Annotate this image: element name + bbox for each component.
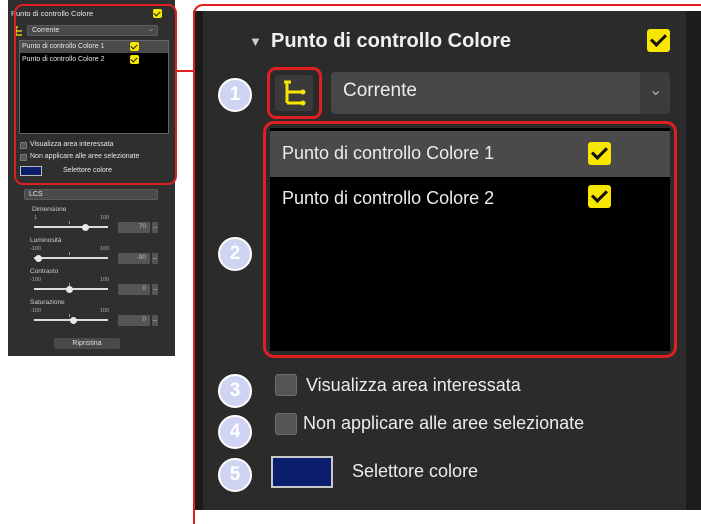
show-area-checkbox[interactable] (275, 374, 297, 396)
callout-badge: 1 (218, 78, 252, 112)
collapse-triangle-icon[interactable]: ▼ (249, 34, 262, 49)
not-apply-label: Non applicare alle aree selezionate (303, 413, 585, 433)
slider-max: 100 (100, 246, 110, 252)
slider-handle[interactable] (35, 255, 42, 262)
slider-center-tick (69, 252, 70, 255)
slider-min: -100 (30, 308, 42, 314)
slider-label: Saturazione (30, 299, 65, 306)
slider-stepper[interactable] (152, 315, 158, 326)
slider-luminosita: Luminosità -100 100 -90 (8, 236, 175, 266)
slider-handle[interactable] (66, 286, 73, 293)
color-swatch[interactable] (271, 456, 333, 488)
mode-select[interactable]: Corrente ⌄ (331, 72, 670, 114)
slider-center-tick (69, 221, 70, 224)
control-point-list[interactable]: Punto di controllo Colore 1 Punto di con… (270, 128, 670, 351)
slider-contrasto: Contrasto -100 100 0 (8, 267, 175, 297)
list-item-label: Punto di controllo Colore 2 (282, 188, 495, 208)
slider-max: 100 (100, 308, 110, 314)
tree-icon[interactable] (275, 75, 313, 111)
slider-label: Luminosità (30, 237, 62, 244)
slider-center-tick (69, 314, 70, 317)
panel-title: Punto di controllo Colore (271, 30, 511, 52)
slider-max: 100 (100, 215, 110, 221)
enable-checkbox[interactable] (647, 29, 670, 52)
small-highlight-frame (14, 4, 177, 185)
slider-max: 100 (100, 277, 110, 283)
mode-select-value: Corrente (343, 80, 417, 101)
callout-badge: 4 (218, 415, 252, 449)
slider-stepper[interactable] (152, 222, 158, 233)
callout-badge: 5 (218, 458, 252, 492)
show-area-label: Visualizza area interessata (306, 375, 521, 395)
chevron-down-icon: ⌄ (649, 82, 663, 99)
slider-value-field[interactable]: -90 (118, 253, 150, 264)
slider-value-field[interactable]: 70 (118, 222, 150, 233)
slider-stepper[interactable] (152, 253, 158, 264)
slider-dimensione: Dimensione 1 100 70 (8, 205, 175, 235)
list-item[interactable]: Punto di controllo Colore 1 (270, 131, 670, 177)
slider-value-field[interactable]: 0 (118, 315, 150, 326)
list-item-checkbox[interactable] (588, 185, 611, 208)
slider-track[interactable] (34, 226, 108, 228)
dropdown-button[interactable]: ⌄ (640, 72, 670, 114)
lcs-select[interactable]: LCS (24, 189, 158, 200)
slider-track[interactable] (34, 257, 108, 259)
color-picker-label: Selettore colore (352, 461, 479, 481)
slider-handle[interactable] (82, 224, 89, 231)
slider-value-field[interactable]: 0 (118, 284, 150, 295)
list-item-label: Punto di controllo Colore 1 (282, 143, 495, 163)
callout-badge: 3 (218, 374, 252, 408)
slider-label: Dimensione (32, 206, 67, 213)
slider-stepper[interactable] (152, 284, 158, 295)
slider-min: -100 (30, 277, 42, 283)
reset-button[interactable]: Ripristina (54, 338, 120, 349)
slider-saturazione: Saturazione -100 100 0 (8, 298, 175, 328)
slider-handle[interactable] (70, 317, 77, 324)
slider-min: -100 (30, 246, 42, 252)
callout-badge: 2 (218, 237, 252, 271)
not-apply-checkbox[interactable] (275, 413, 297, 435)
list-item[interactable]: Punto di controllo Colore 2 (270, 178, 670, 224)
connector-line (177, 70, 193, 72)
slider-min: 1 (34, 215, 38, 221)
lcs-select-value: LCS (29, 191, 43, 198)
slider-label: Contrasto (30, 268, 59, 275)
list-item-checkbox[interactable] (588, 142, 611, 165)
